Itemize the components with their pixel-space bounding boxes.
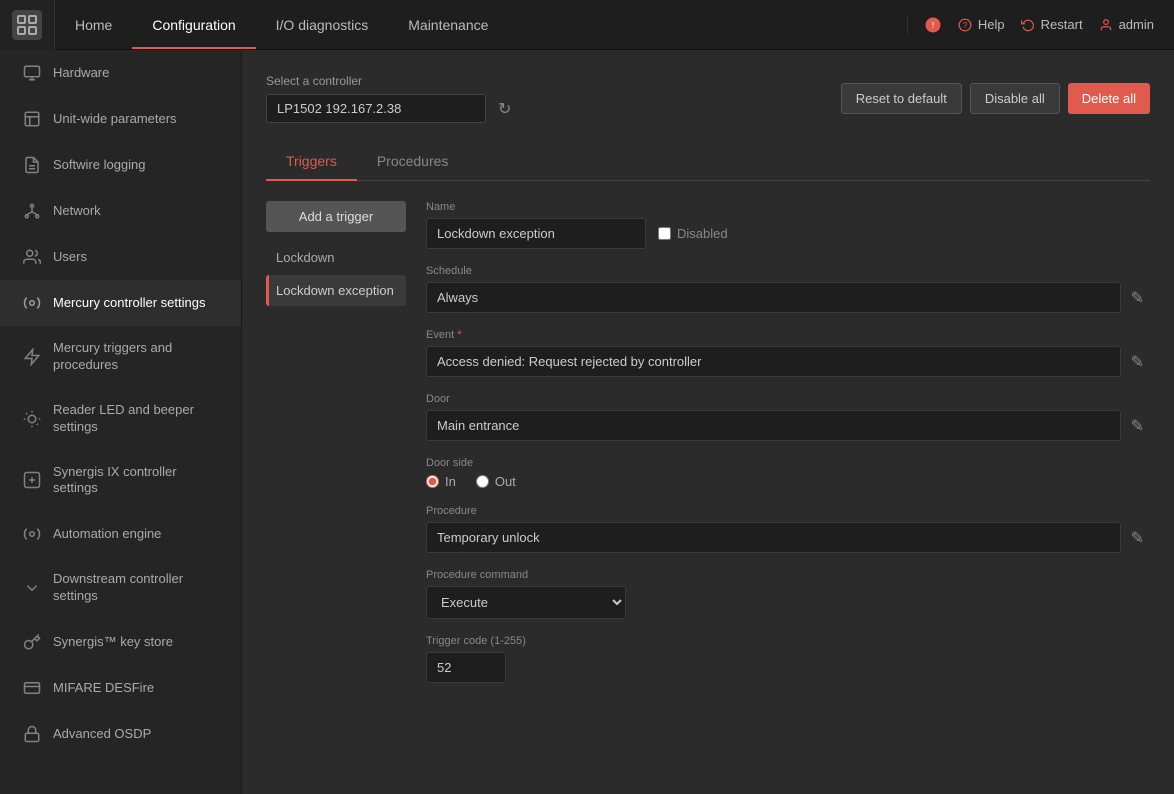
topnav: Home Configuration I/O diagnostics Maint… (0, 0, 1174, 50)
sidebar-item-unit-wide[interactable]: Unit-wide parameters (0, 96, 241, 142)
name-group: Name Disabled (426, 201, 1150, 249)
sidebar-item-osdp[interactable]: Advanced OSDP (0, 711, 241, 757)
door-row: ✎ (426, 410, 1150, 441)
door-side-out-label[interactable]: Out (476, 474, 516, 489)
topnav-menu: Home Configuration I/O diagnostics Maint… (55, 0, 907, 49)
schedule-input[interactable] (426, 282, 1121, 313)
controller-select-row: LP1502 192.167.2.38 ↻ (266, 94, 515, 123)
sidebar-item-synergis-ix[interactable]: Synergis IX controller settings (0, 450, 241, 512)
sidebar-item-automation[interactable]: Automation engine (0, 511, 241, 557)
tabs: Triggers Procedures (266, 143, 1150, 181)
name-row: Disabled (426, 218, 1150, 249)
tab-procedures[interactable]: Procedures (357, 143, 469, 181)
nav-home[interactable]: Home (55, 0, 132, 49)
procedure-cmd-label: Procedure command (426, 569, 1150, 581)
sidebar-item-reader-led[interactable]: Reader LED and beeper settings (0, 388, 241, 450)
sidebar-item-network[interactable]: Network (0, 188, 241, 234)
disabled-checkbox-group: Disabled (658, 226, 728, 241)
trigger-code-group: Trigger code (1-255) (426, 635, 1150, 683)
trigger-item-lockdown-exception[interactable]: Lockdown exception (266, 275, 406, 306)
refresh-button[interactable]: ↻ (494, 95, 515, 123)
app-body: Hardware Unit-wide parameters Softwire l… (0, 50, 1174, 794)
svg-text:!: ! (932, 21, 934, 30)
event-input[interactable] (426, 346, 1121, 377)
nav-maintenance[interactable]: Maintenance (388, 0, 508, 49)
sidebar: Hardware Unit-wide parameters Softwire l… (0, 50, 242, 794)
schedule-label: Schedule (426, 265, 1150, 277)
schedule-row: ✎ (426, 282, 1150, 313)
add-trigger-button[interactable]: Add a trigger (266, 201, 406, 232)
sidebar-item-users[interactable]: Users (0, 234, 241, 280)
schedule-edit-button[interactable]: ✎ (1125, 284, 1150, 312)
controller-bar: Select a controller LP1502 192.167.2.38 … (266, 74, 1150, 123)
door-side-out-radio[interactable] (476, 475, 489, 488)
door-side-label: Door side (426, 457, 1150, 469)
door-input[interactable] (426, 410, 1121, 441)
nav-configuration[interactable]: Configuration (132, 0, 255, 49)
door-label: Door (426, 393, 1150, 405)
restart-button[interactable]: Restart (1021, 17, 1083, 32)
event-label: Event (426, 329, 1150, 341)
name-input[interactable] (426, 218, 646, 249)
door-group: Door ✎ (426, 393, 1150, 441)
door-side-group: Door side In Out (426, 457, 1150, 489)
schedule-group: Schedule ✎ (426, 265, 1150, 313)
sidebar-item-mercury-triggers[interactable]: Mercury triggers and procedures (0, 326, 241, 388)
sidebar-item-keystore[interactable]: Synergis™ key store (0, 619, 241, 665)
main-content: Select a controller LP1502 192.167.2.38 … (242, 50, 1174, 794)
logo (0, 0, 55, 50)
sidebar-item-downstream[interactable]: Downstream controller settings (0, 557, 241, 619)
trigger-item-lockdown[interactable]: Lockdown (266, 242, 406, 273)
controller-label: Select a controller (266, 74, 515, 88)
door-side-in-radio[interactable] (426, 475, 439, 488)
tab-triggers[interactable]: Triggers (266, 143, 357, 181)
procedure-group: Procedure ✎ (426, 505, 1150, 553)
event-row: ✎ (426, 346, 1150, 377)
procedure-edit-button[interactable]: ✎ (1125, 524, 1150, 552)
delete-all-button[interactable]: Delete all (1068, 83, 1150, 114)
admin-button[interactable]: admin (1099, 17, 1154, 32)
name-label: Name (426, 201, 1150, 213)
procedure-input[interactable] (426, 522, 1121, 553)
content-area: Add a trigger Lockdown Lockdown exceptio… (266, 201, 1150, 699)
door-side-options: In Out (426, 474, 1150, 489)
door-edit-button[interactable]: ✎ (1125, 412, 1150, 440)
topnav-right: ! ? Help Restart admin (907, 16, 1174, 34)
form-panel: Name Disabled Schedule ✎ (426, 201, 1150, 699)
procedure-cmd-group: Procedure command Execute Stop (426, 569, 1150, 619)
door-side-in-label[interactable]: In (426, 474, 456, 489)
controller-dropdown[interactable]: LP1502 192.167.2.38 (266, 94, 486, 123)
logo-icon (12, 10, 42, 40)
sidebar-item-softwire[interactable]: Softwire logging (0, 142, 241, 188)
procedure-label: Procedure (426, 505, 1150, 517)
trigger-code-label: Trigger code (1-255) (426, 635, 1150, 647)
event-edit-button[interactable]: ✎ (1125, 348, 1150, 376)
trigger-code-input[interactable] (426, 652, 506, 683)
disable-all-button[interactable]: Disable all (970, 83, 1060, 114)
reset-to-default-button[interactable]: Reset to default (841, 83, 962, 114)
sidebar-item-hardware[interactable]: Hardware (0, 50, 241, 96)
sidebar-item-mercury-controller[interactable]: Mercury controller settings (0, 280, 241, 326)
disabled-label: Disabled (677, 226, 728, 241)
notification-bell[interactable]: ! (924, 16, 942, 34)
nav-io-diagnostics[interactable]: I/O diagnostics (256, 0, 389, 49)
event-group: Event ✎ (426, 329, 1150, 377)
sidebar-item-mifare[interactable]: MIFARE DESFire (0, 665, 241, 711)
controller-selector: Select a controller LP1502 192.167.2.38 … (266, 74, 515, 123)
procedure-cmd-select[interactable]: Execute Stop (426, 586, 626, 619)
trigger-list: Add a trigger Lockdown Lockdown exceptio… (266, 201, 406, 699)
help-button[interactable]: ? Help (958, 17, 1005, 32)
procedure-row: ✎ (426, 522, 1150, 553)
controller-actions: Reset to default Disable all Delete all (841, 83, 1150, 114)
svg-text:?: ? (963, 20, 968, 29)
disabled-checkbox[interactable] (658, 227, 671, 240)
